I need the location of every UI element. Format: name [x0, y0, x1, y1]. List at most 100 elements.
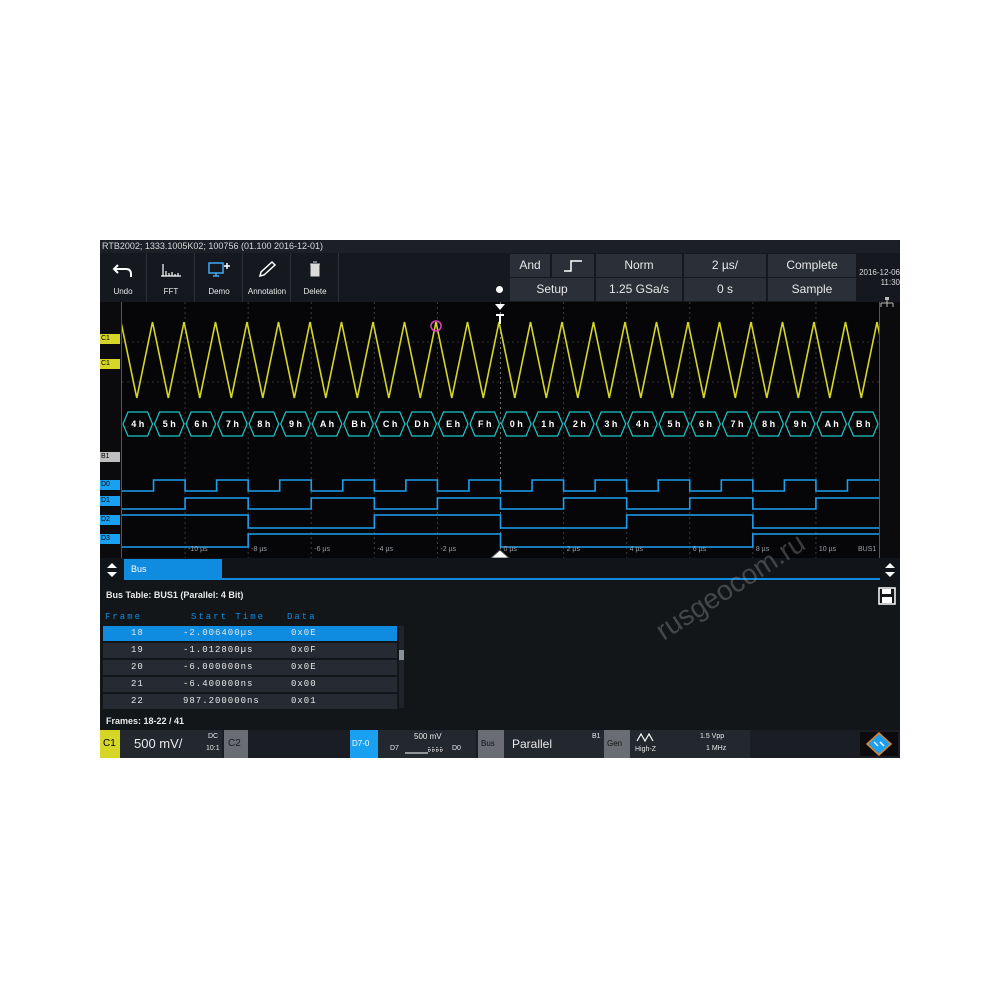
row-start: -6.400000ns [183, 679, 254, 689]
bus-status-tag[interactable]: Bus [478, 730, 504, 758]
row-frame: 19 [131, 645, 144, 655]
delete-button[interactable]: Delete [292, 253, 338, 302]
demo-label: Demo [208, 287, 230, 296]
table-scrollbar[interactable] [399, 626, 404, 708]
bus-value: 8 h [257, 419, 270, 429]
trash-icon [310, 261, 320, 277]
gen-name: Gen [607, 739, 623, 748]
acquisition-mode[interactable]: Sample [768, 278, 856, 301]
date-time: 2016-12-06 11:30 [858, 268, 900, 288]
bus-id: B1 [592, 733, 601, 740]
table-row[interactable]: 21 -6.400000ns 0x00 [103, 677, 397, 692]
header-start-time: Start Time [191, 612, 266, 622]
header-frame: Frame [105, 612, 143, 622]
trigger-setup-button[interactable]: Setup [510, 278, 594, 301]
channel-label-c1-offset[interactable]: C1 [100, 334, 120, 344]
pencil-icon [258, 260, 277, 278]
undo-label: Undo [113, 287, 133, 296]
row-start: -6.000000ns [183, 662, 254, 672]
frames-summary: Frames: 18-22 / 41 [106, 716, 185, 726]
bus-value: 2 h [573, 419, 586, 429]
row-start: 987.200000ns [183, 696, 260, 706]
bus-value: 9 h [794, 419, 807, 429]
digital-name: D7-0 [352, 739, 370, 748]
table-row[interactable]: 22 987.200000ns 0x01 [103, 694, 397, 709]
date: 2016-12-06 [859, 268, 900, 277]
trigger-dot-icon [496, 286, 503, 293]
bus-value: F h [478, 419, 492, 429]
channel-label-d3[interactable]: D3 [100, 534, 120, 544]
channel-label-d2[interactable]: D2 [100, 515, 120, 525]
fft-button[interactable]: FFT [148, 253, 194, 302]
toolbar-divider [290, 253, 291, 302]
c1-probe: 10:1 [206, 745, 220, 752]
demo-button[interactable]: Demo [196, 253, 242, 302]
c1-settings[interactable]: 500 mV/ DC 10:1 [120, 730, 222, 758]
bus-value: E h [446, 419, 460, 429]
bus-status-settings[interactable]: Parallel B1 [504, 730, 604, 758]
trigger-mode[interactable]: Norm [596, 254, 682, 277]
c2-tag[interactable]: C2 [224, 730, 248, 758]
row-start: -1.012800µs [183, 645, 254, 655]
c1-tag[interactable]: C1 [100, 730, 120, 758]
row-data: 0x01 [291, 696, 317, 706]
sample-rate[interactable]: 1.25 GSa/s [596, 278, 682, 301]
scrollbar-thumb[interactable] [399, 650, 404, 660]
channel-label-c1[interactable]: C1 [100, 359, 120, 369]
resize-arrows-icon[interactable] [882, 562, 898, 578]
channel-label-d0[interactable]: D0 [100, 480, 120, 490]
time-tick: 6 µs [693, 546, 707, 553]
bus-value: 6 h [194, 419, 207, 429]
gen-tag[interactable]: Gen [604, 730, 630, 758]
oscilloscope-screen: RTB2002; 1333.1005K02; 100756 (01.100 20… [100, 240, 900, 758]
toolbar: Undo FFT Demo Annotation Delete And Setu… [100, 253, 900, 307]
bus-value: 5 h [667, 419, 680, 429]
channel-label-d1[interactable]: D1 [100, 496, 120, 506]
row-data: 0x0E [291, 662, 317, 672]
c2-name: C2 [228, 738, 241, 749]
trigger-position-icon[interactable] [493, 302, 507, 326]
rising-edge-icon [564, 260, 582, 272]
triangle-wave-icon [636, 733, 654, 742]
time-tick: -6 µs [314, 546, 330, 553]
time-tick: 2 µs [567, 546, 581, 553]
status-bar: C1 500 mV/ DC 10:1 C2 D7-0 500 mV D7 D0 … [100, 730, 900, 758]
annotation-button[interactable]: Annotation [244, 253, 290, 302]
waveform-grid[interactable]: 4 h 5 h 6 h 7 h 8 h 9 h A h B h C h D h E h F h 0 h 1… [100, 302, 900, 558]
bus-value: 7 h [731, 419, 744, 429]
gen-settings[interactable]: High-Z 1.5 Vpp 1 MHz [630, 730, 750, 758]
time-per-div[interactable]: 2 µs/ [684, 254, 766, 277]
digital-settings[interactable]: 500 mV D7 D0 [378, 730, 476, 758]
digital-left: D7 [390, 745, 399, 752]
time-offset[interactable]: 0 s [684, 278, 766, 301]
delete-label: Delete [303, 287, 327, 296]
annotation-label: Annotation [247, 287, 287, 296]
save-icon[interactable] [878, 587, 896, 605]
time-tick: 10 µs [819, 546, 837, 553]
table-row[interactable]: 19 -1.012800µs 0x0F [103, 643, 397, 658]
row-frame: 20 [131, 662, 144, 672]
row-frame: 22 [131, 696, 144, 706]
row-frame: 18 [131, 628, 144, 638]
rohde-schwarz-logo-icon[interactable] [860, 732, 898, 756]
digital-tag[interactable]: D7-0 [350, 730, 378, 758]
time-tick: -2 µs [440, 546, 456, 553]
toolbar-divider [338, 253, 339, 302]
bus-value: A h [825, 419, 839, 429]
table-row[interactable]: 20 -6.000000ns 0x0E [103, 660, 397, 675]
trigger-edge-button[interactable] [552, 254, 594, 277]
acquisition-status[interactable]: Complete [768, 254, 856, 277]
waveform-area[interactable]: C1 C1 B1 D0 D1 D2 D3 4 h 5 h 6 h 7 h 8 h 9 h A… [100, 302, 900, 558]
bus-table-title: Bus Table: BUS1 (Parallel: 4 Bit) [106, 590, 244, 600]
resize-arrows-icon[interactable] [104, 562, 120, 578]
table-row[interactable]: 18 -2.006400µs 0x0E [103, 626, 397, 641]
bus-type: Parallel [512, 737, 553, 751]
channel-label-b1[interactable]: B1 [100, 452, 120, 462]
bus-value: C h [383, 419, 398, 429]
digital-trace [122, 479, 879, 492]
bus-tab[interactable]: Bus [124, 559, 222, 580]
trigger-logic[interactable]: And [510, 254, 550, 277]
undo-button[interactable]: Undo [100, 253, 146, 302]
bus-tab-underline [222, 578, 880, 580]
bus-value: 1 h [541, 419, 554, 429]
